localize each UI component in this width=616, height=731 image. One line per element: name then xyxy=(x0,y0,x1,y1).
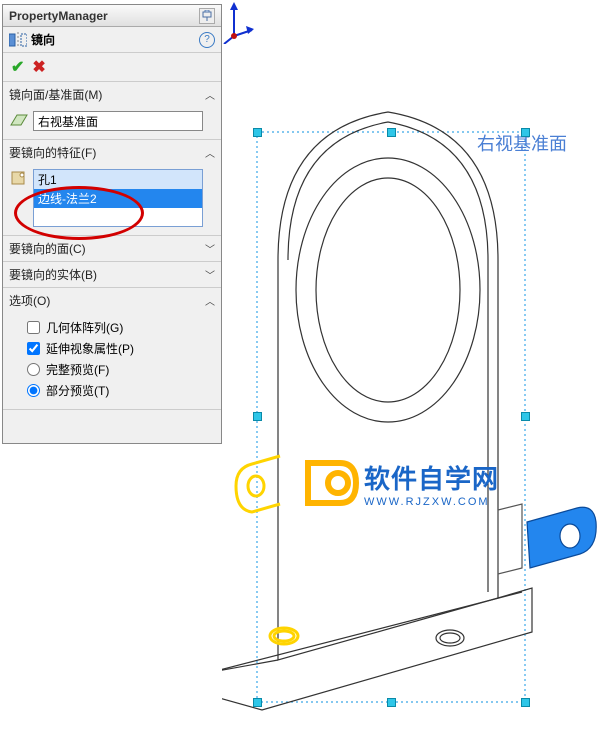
selection-handle[interactable] xyxy=(253,412,262,421)
section-header-bodies[interactable]: 要镜向的实体(B) ﹀ xyxy=(3,262,221,287)
pin-button[interactable] xyxy=(199,8,215,24)
selection-handle[interactable] xyxy=(253,698,262,707)
chevron-down-icon: ﹀ xyxy=(205,241,215,256)
model-viewport[interactable]: 右视基准面 xyxy=(222,0,616,731)
prop-visual-checkbox[interactable] xyxy=(27,342,40,355)
selection-handle[interactable] xyxy=(521,128,530,137)
full-preview-radio[interactable] xyxy=(27,363,40,376)
triad-icon xyxy=(222,0,258,44)
selection-handle[interactable] xyxy=(521,412,530,421)
panel-header: PropertyManager xyxy=(3,5,221,27)
mirror-icon xyxy=(9,32,27,48)
chevron-up-icon: ︿ xyxy=(205,87,215,102)
selection-handle[interactable] xyxy=(387,128,396,137)
chevron-down-icon: ﹀ xyxy=(205,267,215,282)
list-item[interactable]: 边线-法兰2 xyxy=(34,189,202,208)
model-svg xyxy=(222,0,616,731)
option-prop-visual[interactable]: 延伸视象属性(P) xyxy=(27,338,197,359)
plane-icon xyxy=(9,111,29,129)
chevron-up-icon: ︿ xyxy=(205,293,215,308)
section-options: 选项(O) ︿ 几何体阵列(G) 延伸视象属性(P) 完整预览(F) 部分预览(… xyxy=(3,288,221,410)
section-header-faces[interactable]: 要镜向的面(C) ﹀ xyxy=(3,236,221,261)
section-features: 要镜向的特征(F) ︿ 孔1 边线-法兰2 xyxy=(3,140,221,236)
feature-list-icon xyxy=(9,169,29,187)
section-bodies: 要镜向的实体(B) ﹀ xyxy=(3,262,221,288)
list-item[interactable]: 孔1 xyxy=(34,170,202,189)
features-listbox[interactable]: 孔1 边线-法兰2 xyxy=(33,169,203,227)
feature-name: 镜向 xyxy=(31,31,55,48)
selection-handle[interactable] xyxy=(521,698,530,707)
section-header-features[interactable]: 要镜向的特征(F) ︿ xyxy=(3,140,221,165)
panel-title: PropertyManager xyxy=(9,9,108,23)
mirror-plane-input[interactable] xyxy=(33,111,203,131)
ok-button[interactable]: ✔ xyxy=(11,57,24,77)
partial-preview-radio[interactable] xyxy=(27,384,40,397)
section-header-options[interactable]: 选项(O) ︿ xyxy=(3,288,221,313)
section-header-mirror-plane[interactable]: 镜向面/基准面(M) ︿ xyxy=(3,82,221,107)
help-button[interactable]: ? xyxy=(199,32,215,48)
selection-handle[interactable] xyxy=(253,128,262,137)
section-faces: 要镜向的面(C) ﹀ xyxy=(3,236,221,262)
geom-pattern-checkbox[interactable] xyxy=(27,321,40,334)
section-mirror-plane: 镜向面/基准面(M) ︿ xyxy=(3,82,221,140)
chevron-up-icon: ︿ xyxy=(205,145,215,160)
option-geom-pattern[interactable]: 几何体阵列(G) xyxy=(27,317,197,338)
confirm-row: ✔ ✖ xyxy=(3,53,221,82)
cancel-button[interactable]: ✖ xyxy=(32,57,45,77)
pin-icon xyxy=(201,10,213,22)
selection-handle[interactable] xyxy=(387,698,396,707)
property-manager-panel: PropertyManager 镜向 ? ✔ ✖ 镜向面/基准面(M) ︿ xyxy=(2,4,222,444)
feature-bar: 镜向 ? xyxy=(3,27,221,53)
option-partial-preview[interactable]: 部分预览(T) xyxy=(27,380,197,401)
option-full-preview[interactable]: 完整预览(F) xyxy=(27,359,197,380)
